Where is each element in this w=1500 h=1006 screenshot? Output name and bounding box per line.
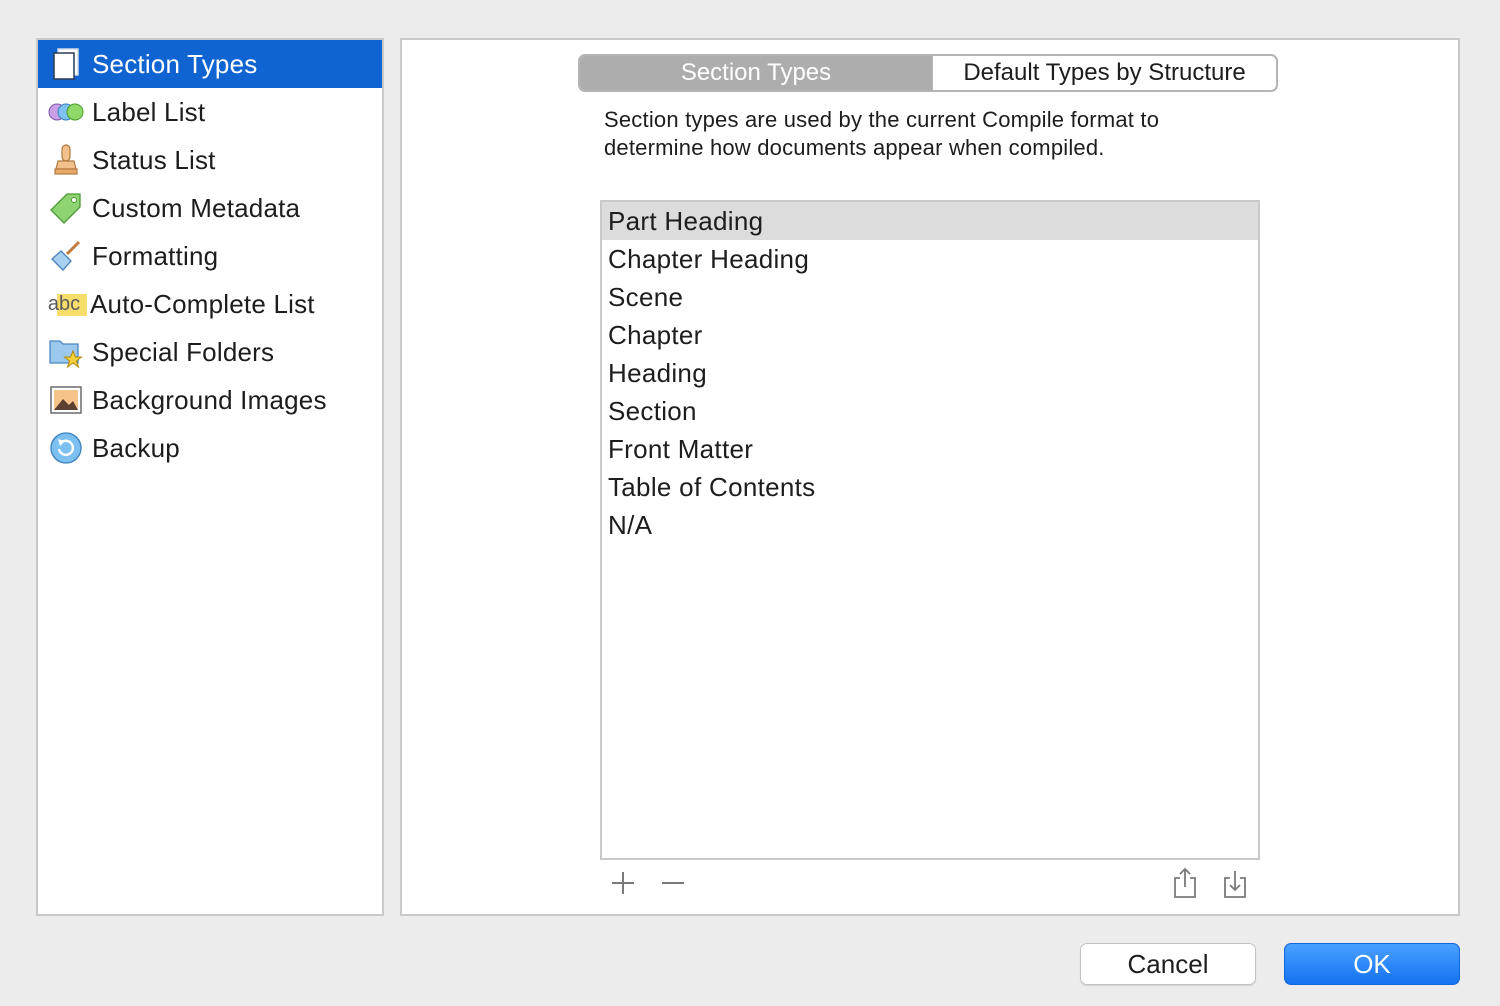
sidebar-item-label: Section Types <box>92 48 258 79</box>
list-item[interactable]: Chapter <box>602 316 1258 354</box>
paintbrush-icon <box>46 236 86 276</box>
share-export-icon <box>1171 867 1199 904</box>
sidebar-item-label-list[interactable]: Label List <box>38 88 382 136</box>
remove-section-type-button[interactable] <box>656 868 690 902</box>
sidebar-item-auto-complete-list[interactable]: abc Auto-Complete List <box>38 280 382 328</box>
cancel-button[interactable]: Cancel <box>1080 943 1256 985</box>
list-item[interactable]: N/A <box>602 506 1258 544</box>
abc-icon: abc <box>44 284 87 324</box>
sidebar-item-special-folders[interactable]: Special Folders <box>38 328 382 376</box>
tab-section-types[interactable]: Section Types <box>580 56 932 90</box>
sidebar-item-label: Background Images <box>92 384 327 415</box>
list-item[interactable]: Scene <box>602 278 1258 316</box>
sidebar-item-label: Status List <box>92 144 216 175</box>
tag-icon <box>46 188 86 228</box>
sidebar-item-section-types[interactable]: Section Types <box>38 40 382 88</box>
section-types-pane: Section Types Default Types by Structure… <box>400 38 1460 916</box>
section-types-list: Part Heading Chapter Heading Scene Chapt… <box>600 200 1260 860</box>
sidebar-item-status-list[interactable]: Status List <box>38 136 382 184</box>
add-section-type-button[interactable] <box>606 868 640 902</box>
list-item[interactable]: Chapter Heading <box>602 240 1258 278</box>
list-item[interactable]: Table of Contents <box>602 468 1258 506</box>
sidebar-item-label: Formatting <box>92 240 219 271</box>
sidebar-item-label: Custom Metadata <box>92 192 301 223</box>
sidebar-item-formatting[interactable]: Formatting <box>38 232 382 280</box>
ok-button[interactable]: OK <box>1284 943 1460 985</box>
list-item[interactable]: Heading <box>602 354 1258 392</box>
sidebar-item-label: Backup <box>92 432 180 463</box>
plus-icon <box>610 870 636 901</box>
list-item[interactable]: Section <box>602 392 1258 430</box>
stamp-icon <box>46 140 86 180</box>
export-button[interactable] <box>1168 867 1202 904</box>
sidebar-item-label: Special Folders <box>92 336 275 367</box>
import-icon <box>1221 867 1249 904</box>
star-folder-icon <box>46 332 86 372</box>
minus-icon <box>660 870 686 901</box>
backup-icon <box>46 428 86 468</box>
label-circles-icon <box>46 92 86 132</box>
sidebar-item-backup[interactable]: Backup <box>38 424 382 472</box>
preferences-sidebar: Section Types Label List Status List Cus… <box>36 38 384 916</box>
image-icon <box>46 380 86 420</box>
description-text: Section types are used by the current Co… <box>604 107 1160 160</box>
sidebar-item-background-images[interactable]: Background Images <box>38 376 382 424</box>
list-item[interactable]: Front Matter <box>602 430 1258 468</box>
document-icon <box>46 44 86 84</box>
tab-default-types-by-structure[interactable]: Default Types by Structure <box>932 56 1276 90</box>
sidebar-item-label: Auto-Complete List <box>90 288 315 319</box>
sidebar-item-label: Label List <box>92 96 206 127</box>
tab-segmented-control: Section Types Default Types by Structure <box>578 54 1278 92</box>
sidebar-item-custom-metadata[interactable]: Custom Metadata <box>38 184 382 232</box>
import-button[interactable] <box>1218 868 1252 902</box>
list-item[interactable]: Part Heading <box>602 202 1258 240</box>
